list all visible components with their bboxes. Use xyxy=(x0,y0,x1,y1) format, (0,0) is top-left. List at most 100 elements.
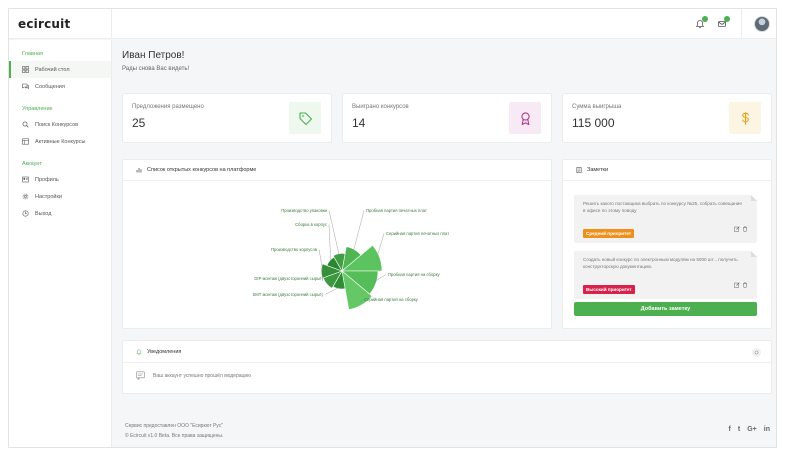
stat-value: 14 xyxy=(352,116,366,130)
note-text: Создать новый конкурс по электронным мод… xyxy=(583,257,738,269)
polar-slice-label: Пробная партия печатных плат xyxy=(366,208,427,213)
notification-dot xyxy=(702,16,708,22)
linkedin-icon[interactable]: in xyxy=(764,426,770,433)
twitter-icon[interactable]: t xyxy=(738,426,740,433)
stat-label: Выиграно конкурсов xyxy=(352,104,409,110)
card-divider xyxy=(123,362,771,363)
app-window: ecircuit Главная Рабочий стол Сообщения … xyxy=(8,8,777,448)
notes-card: Заметки Решить какого поставщика выбрать… xyxy=(562,159,772,329)
notifications-card: Уведомления Ваш аккаунт успешно прошёл м… xyxy=(122,340,772,394)
trash-icon[interactable] xyxy=(742,219,748,237)
sidebar-item-dashboard[interactable]: Рабочий стол xyxy=(9,61,111,78)
sidebar-item-label: Поиск Конкурсов xyxy=(35,121,79,128)
stat-card-winnings: Сумма выигрыша 115 000 xyxy=(562,93,772,143)
bell-icon[interactable] xyxy=(689,9,711,39)
polar-slice-label: SMT монтаж (двухсторонний сырьё) xyxy=(253,292,324,297)
notes-icon xyxy=(576,167,582,173)
note-actions xyxy=(734,275,748,293)
trash-icon[interactable] xyxy=(742,275,748,293)
priority-badge: Средний приоритет xyxy=(583,229,635,238)
footer-provider: Сервис предоставлен ООО "Есиркют Рус" xyxy=(125,423,224,429)
contests-card-title: Список открытых конкурсов на платформе xyxy=(147,167,257,173)
card-divider xyxy=(563,180,771,181)
stat-label: Предложения размещено xyxy=(132,104,204,110)
settings-icon[interactable] xyxy=(752,348,761,357)
edit-icon[interactable] xyxy=(734,275,740,293)
power-icon xyxy=(22,210,29,217)
polar-slice-label: Производство корпусов xyxy=(271,247,318,252)
sidebar-item-messages[interactable]: Сообщения xyxy=(9,78,111,95)
polar-slice-label: Серийная партия печатных плат xyxy=(386,231,449,236)
dashboard-icon xyxy=(22,66,29,73)
sidebar-item-label: Выход xyxy=(35,210,52,217)
sidebar-item-search-contests[interactable]: Поиск Конкурсов xyxy=(9,116,111,133)
note-fold-corner xyxy=(751,195,757,201)
sidebar-item-active-contests[interactable]: Активные Конкурсы xyxy=(9,133,111,150)
contests-polar-chart: Пробная партия печатных плат Серийная пар… xyxy=(253,208,449,310)
topbar-actions xyxy=(689,9,776,39)
polar-slice-label: Сборка в корпус xyxy=(295,222,327,227)
sidebar-item-label: Рабочий стол xyxy=(35,66,70,73)
profile-icon xyxy=(22,176,29,183)
sidebar-section-account: Аккаунт xyxy=(22,161,42,167)
polar-slice-label: DIP монтаж (двухсторонний сырьё) xyxy=(254,276,323,281)
sidebar-item-label: Активные Конкурсы xyxy=(35,138,86,145)
page-subtitle: Рады снова Вас видеть! xyxy=(122,66,190,72)
gear-icon xyxy=(22,193,29,200)
notification-text: Ваш аккаунт успешно прошёл модерацию xyxy=(153,372,251,379)
sidebar-item-settings[interactable]: Настройки xyxy=(9,188,111,205)
facebook-icon[interactable]: f xyxy=(729,426,731,433)
label-leader-line xyxy=(376,233,385,259)
card-title: Список открытых конкурсов на платформе xyxy=(136,167,256,173)
sidebar-item-profile[interactable]: Профиль xyxy=(9,171,111,188)
search-icon xyxy=(22,121,29,128)
sidebar-item-label: Настройки xyxy=(35,193,62,200)
priority-badge: Высокий приоритет xyxy=(583,285,635,294)
footer: Сервис предоставлен ООО "Есиркют Рус" © … xyxy=(113,418,776,447)
stat-card-won: Выиграно конкурсов 14 xyxy=(342,93,552,143)
contests-card: Список открытых конкурсов на платформе П… xyxy=(122,159,552,329)
add-note-button[interactable]: Добавить заметку xyxy=(574,302,757,316)
polar-slice-label: Пробная партия на сборку xyxy=(388,272,440,277)
page-title: Иван Петров! xyxy=(122,50,185,61)
sidebar-section-main: Главная xyxy=(22,51,43,57)
dollar-icon xyxy=(729,102,761,134)
bar-chart-icon xyxy=(136,167,142,173)
sidebar-item-logout[interactable]: Выход xyxy=(9,205,111,222)
sidebar-section-management: Управление xyxy=(22,106,53,112)
app-logo[interactable]: ecircuit xyxy=(9,9,112,39)
polar-slice-label: Серийная партия на сборку xyxy=(364,297,419,302)
bell-icon xyxy=(136,349,142,355)
sidebar-item-label: Сообщения xyxy=(35,83,65,90)
label-leader-line xyxy=(353,210,365,252)
notification-item[interactable]: Ваш аккаунт успешно прошёл модерацию xyxy=(136,371,251,380)
stat-value: 25 xyxy=(132,116,146,130)
sidebar: Главная Рабочий стол Сообщения Управлени… xyxy=(9,40,112,447)
edit-icon[interactable] xyxy=(734,219,740,237)
label-leader-line xyxy=(328,224,331,262)
note-item[interactable]: Решить какого поставщика выбрать по конк… xyxy=(574,195,757,243)
message-dot xyxy=(724,16,730,22)
notes-card-title: Заметки xyxy=(587,167,609,173)
label-leader-line xyxy=(318,249,324,272)
social-links: f t G+ in xyxy=(729,426,770,433)
card-title: Заметки xyxy=(576,167,608,173)
card-title: Уведомления xyxy=(136,349,181,355)
note-text: Решить какого поставщика выбрать по конк… xyxy=(583,201,742,213)
stat-card-offers: Предложения размещено 25 xyxy=(122,93,332,143)
main-content: Иван Петров! Рады снова Вас видеть! Пред… xyxy=(113,40,776,447)
award-icon xyxy=(509,102,541,134)
note-actions xyxy=(734,219,748,237)
tag-icon xyxy=(289,102,321,134)
label-leader-line xyxy=(328,210,340,256)
stat-value: 115 000 xyxy=(572,116,615,130)
sidebar-item-label: Профиль xyxy=(35,176,59,183)
topbar: ecircuit xyxy=(9,9,776,39)
chat-icon[interactable] xyxy=(711,9,733,39)
note-item[interactable]: Создать новый конкурс по электронным мод… xyxy=(574,251,757,299)
active-contests-icon xyxy=(22,138,29,145)
avatar[interactable] xyxy=(754,16,770,32)
message-icon xyxy=(136,371,145,380)
footer-copyright: © Ecircuit v1.0 Beta. Все права защищены… xyxy=(125,433,224,439)
google-plus-icon[interactable]: G+ xyxy=(747,426,757,433)
